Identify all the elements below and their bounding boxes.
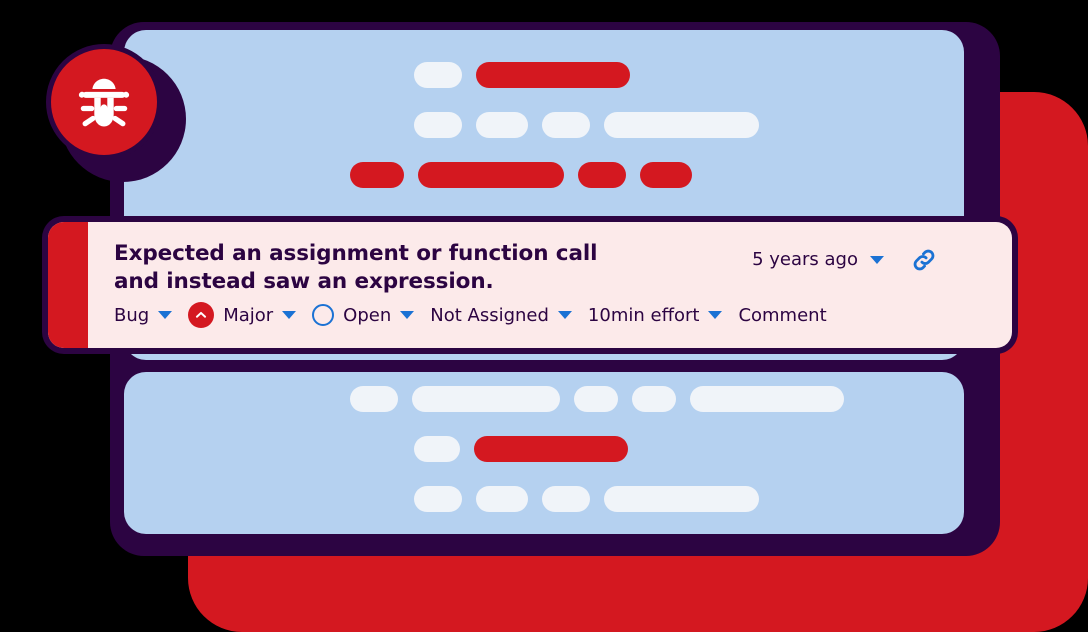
skeleton-bar <box>632 386 676 412</box>
skeleton-bar-accent <box>418 162 564 188</box>
skeleton-row <box>350 162 692 188</box>
skeleton-row <box>414 486 759 512</box>
skeleton-card-bottom <box>124 372 964 534</box>
meta-label-effort: 10min effort <box>587 304 700 326</box>
skeleton-bar <box>476 486 528 512</box>
screenshot-stage: Expected an assignment or function call … <box>0 0 1088 632</box>
skeleton-row <box>414 112 759 138</box>
chevron-down-icon[interactable] <box>158 311 173 319</box>
chevron-down-icon[interactable] <box>400 311 415 319</box>
chevron-down-icon[interactable] <box>282 311 297 319</box>
skeleton-bar <box>604 112 759 138</box>
meta-item-assignee[interactable]: Not Assigned <box>430 305 572 326</box>
skeleton-row <box>414 436 628 462</box>
chevron-down-icon[interactable] <box>708 311 723 319</box>
skeleton-bar <box>542 112 590 138</box>
meta-label-comment: Comment <box>738 304 827 326</box>
issue-timestamp-label: 5 years ago <box>752 249 858 270</box>
chevron-down-icon[interactable] <box>557 311 572 319</box>
skeleton-bar <box>574 386 618 412</box>
issue-meta-row: Bug Major Open Not Assigned 10min effort Comm… <box>114 302 843 328</box>
skeleton-bar <box>476 112 528 138</box>
chevron-down-icon[interactable] <box>870 255 884 264</box>
skeleton-bar-accent <box>474 436 628 462</box>
skeleton-row <box>350 386 844 412</box>
skeleton-bar <box>412 386 560 412</box>
meta-item-comment[interactable]: Comment <box>738 305 826 326</box>
issue-detail-body: Expected an assignment or function call … <box>88 222 1012 348</box>
issue-title: Expected an assignment or function call … <box>114 241 598 294</box>
issue-timestamp-group[interactable]: 5 years ago <box>752 249 884 270</box>
bug-icon <box>78 78 130 127</box>
skeleton-bar <box>414 436 460 462</box>
skeleton-bar <box>350 386 398 412</box>
skeleton-row <box>414 62 630 88</box>
skeleton-bar <box>542 486 590 512</box>
meta-item-status[interactable]: Open <box>343 304 415 326</box>
status-ring-icon[interactable] <box>312 304 335 326</box>
meta-item-effort[interactable]: 10min effort <box>588 305 723 326</box>
skeleton-bar-accent <box>578 162 626 188</box>
meta-label-severity: Major <box>223 304 274 326</box>
skeleton-bar-accent <box>350 162 404 188</box>
skeleton-bar <box>604 486 759 512</box>
skeleton-bar <box>690 386 844 412</box>
meta-label-type: Bug <box>114 304 150 326</box>
meta-label-assignee: Not Assigned <box>430 304 549 326</box>
skeleton-bar-accent <box>640 162 692 188</box>
skeleton-bar <box>414 112 462 138</box>
link-chain-icon[interactable] <box>910 246 938 274</box>
meta-item-type[interactable]: Bug <box>114 304 173 326</box>
skeleton-bar-accent <box>476 62 630 88</box>
severity-accent-stripe <box>48 222 88 348</box>
issue-detail-card[interactable]: Expected an assignment or function call … <box>42 216 1018 354</box>
bug-badge-circle <box>46 44 162 160</box>
bug-badge <box>46 44 186 184</box>
meta-label-status: Open <box>343 304 392 326</box>
issue-detail-inner: Expected an assignment or function call … <box>48 222 1012 348</box>
skeleton-bar <box>414 62 462 88</box>
skeleton-bar <box>414 486 462 512</box>
meta-item-severity[interactable]: Major <box>223 304 297 326</box>
severity-major-icon[interactable] <box>188 302 215 328</box>
